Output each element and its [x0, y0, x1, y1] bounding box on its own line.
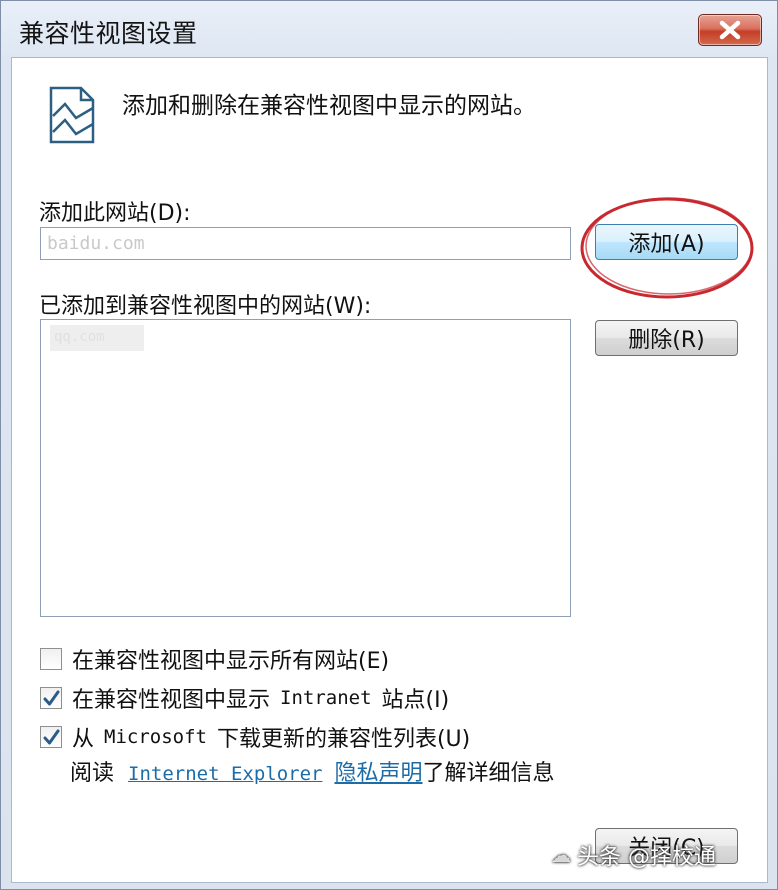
compat-view-dialog: 兼容性视图设置 添加和删除在兼容性视图中显示的网站。 添加此网站(D): 添加(…: [0, 0, 778, 890]
privacy-prefix: 阅读: [70, 761, 115, 786]
watermark: ☁ 头条 @择校通: [551, 839, 716, 871]
list-item[interactable]: qq.com: [50, 325, 144, 351]
privacy-row: 阅读 Internet Explorer 隐私声明 了解详细信息: [70, 755, 555, 787]
checkmark-icon: [43, 729, 60, 745]
site-list-label: 已添加到兼容性视图中的网站(W):: [39, 294, 372, 319]
checkmark-icon: [43, 690, 60, 706]
download-label-pre: 从: [72, 727, 95, 752]
intranet-label-code: Intranet: [280, 687, 372, 709]
intranet-option[interactable]: 在兼容性视图中显示 Intranet 站点(I): [40, 682, 449, 714]
watermark-text: 头条 @择校通: [577, 845, 716, 870]
show-all-sites-label: 在兼容性视图中显示所有网站(E): [72, 649, 390, 674]
dialog-description: 添加和删除在兼容性视图中显示的网站。: [122, 93, 536, 119]
highlight-circle-annotation: [580, 197, 754, 299]
privacy-suffix: 了解详细信息: [422, 761, 555, 786]
title-bar[interactable]: 兼容性视图设置: [1, 1, 777, 57]
add-site-label: 添加此网站(D):: [39, 201, 191, 226]
close-x-icon: [719, 20, 741, 40]
site-list[interactable]: qq.com: [40, 319, 571, 617]
remove-button[interactable]: 删除(R): [595, 320, 738, 356]
watermark-logo-icon: ☁: [551, 843, 571, 867]
show-all-sites-checkbox[interactable]: [40, 648, 62, 670]
show-all-sites-option[interactable]: 在兼容性视图中显示所有网站(E): [40, 643, 389, 675]
download-list-option[interactable]: 从 Microsoft 下载更新的兼容性列表(U): [40, 721, 470, 753]
download-label-post: 下载更新的兼容性列表(U): [216, 727, 471, 752]
dialog-body: 添加和删除在兼容性视图中显示的网站。 添加此网站(D): 添加(A) 已添加到兼…: [11, 57, 768, 883]
intranet-checkbox[interactable]: [40, 687, 62, 709]
intranet-label-post: 站点(I): [381, 688, 450, 713]
add-site-input[interactable]: [40, 227, 571, 260]
window-title: 兼容性视图设置: [19, 19, 198, 48]
download-list-checkbox[interactable]: [40, 726, 62, 748]
privacy-statement-link[interactable]: 隐私声明: [334, 755, 422, 787]
privacy-link-product[interactable]: Internet Explorer: [128, 763, 322, 785]
download-label-code: Microsoft: [104, 726, 207, 748]
window-close-button[interactable]: [698, 14, 762, 46]
intranet-label-pre: 在兼容性视图中显示: [72, 688, 271, 713]
image-page-icon: [49, 86, 95, 144]
